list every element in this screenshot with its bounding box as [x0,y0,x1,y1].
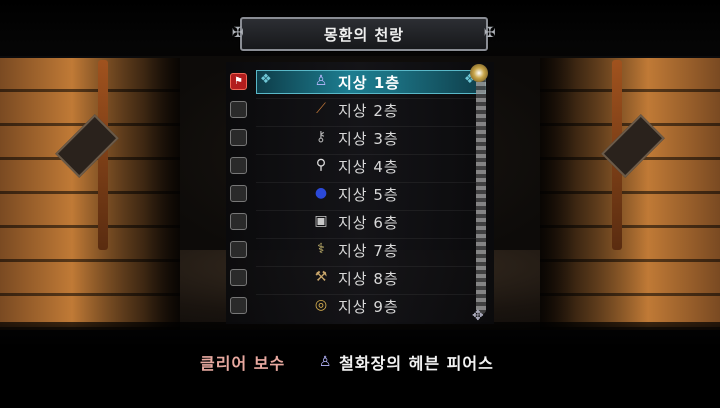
unchecked-box-icon [230,297,247,314]
floor-label: 지상 7층 [338,242,399,260]
clear-reward: 클리어 보수 ♙ 철화장의 헤븐 피어스 [200,350,494,374]
floor-row[interactable]: ⚷ 지상 3층 [226,124,484,150]
floor-row[interactable]: ⚒ 지상 8층 [226,264,484,290]
floor-list: ⚑ ❖ ❖ ♙ 지상 1층 ⟋ 지상 2층 ⚷ 지상 3층 ⚲ 지상 4층 ● 지상 5층 ▣ 지상 6층 ⚕… [226,62,494,324]
floor-label: 지상 3층 [338,130,399,148]
staff-icon: ⟋ [316,101,326,117]
unchecked-box-icon [230,101,247,118]
armor-icon: ▣ [314,213,328,229]
wand-icon: ⚕ [317,241,325,257]
ornament-left-icon: ✠ [232,25,244,41]
left-brick-wall [0,58,180,330]
selection-ornament-icon: ❖ [260,72,272,87]
unchecked-box-icon [230,185,247,202]
floor-label: 지상 8층 [338,270,399,288]
unchecked-box-icon [230,213,247,230]
reward-item-name: 철화장의 헤븐 피어스 [339,354,494,373]
blue-gem-icon: ● [314,185,328,201]
floor-label: 지상 6층 [338,214,399,232]
ornament-right-icon: ✠ [484,25,496,41]
floor-label: 지상 4층 [338,158,399,176]
unchecked-box-icon [230,241,247,258]
unchecked-box-icon [230,157,247,174]
floor-row[interactable]: ⚑ ❖ ❖ ♙ 지상 1층 [226,68,486,94]
ring-icon: ◎ [314,297,328,313]
floor-label: 지상 5층 [338,186,399,204]
floor-label: 지상 9층 [338,298,399,316]
page-title: 몽환의 천랑 [323,25,405,44]
floor-row[interactable]: ⚕ 지상 7층 [226,236,484,262]
axe-icon: ⚒ [314,269,328,285]
key-icon: ⚷ [315,129,327,145]
gauntlet-icon: ♙ [318,354,332,370]
floor-row[interactable]: ⟋ 지상 2층 [226,96,484,122]
unchecked-box-icon [230,129,247,146]
floor-label: 지상 2층 [338,102,399,120]
right-brick-wall [540,58,720,330]
floor-row[interactable]: ▣ 지상 6층 [226,208,484,234]
floor-label: 지상 1층 [338,74,401,92]
scroll-chain[interactable] [476,66,486,314]
unchecked-box-icon [230,269,247,286]
floor-row[interactable]: ● 지상 5층 [226,180,484,206]
reward-label: 클리어 보수 [200,354,286,373]
gauntlet-icon: ♙ [314,73,328,89]
title-plate: ✠ 몽환의 천랑 ✠ [232,17,496,51]
scepter-icon: ⚲ [315,157,327,173]
scroll-thumb-icon[interactable] [470,64,488,82]
floor-row[interactable]: ⚲ 지상 4층 [226,152,484,178]
chain-end-icon: ✥ [472,308,484,324]
flag-icon: ⚑ [230,73,247,90]
floor-row[interactable]: ◎ 지상 9층 [226,292,484,318]
